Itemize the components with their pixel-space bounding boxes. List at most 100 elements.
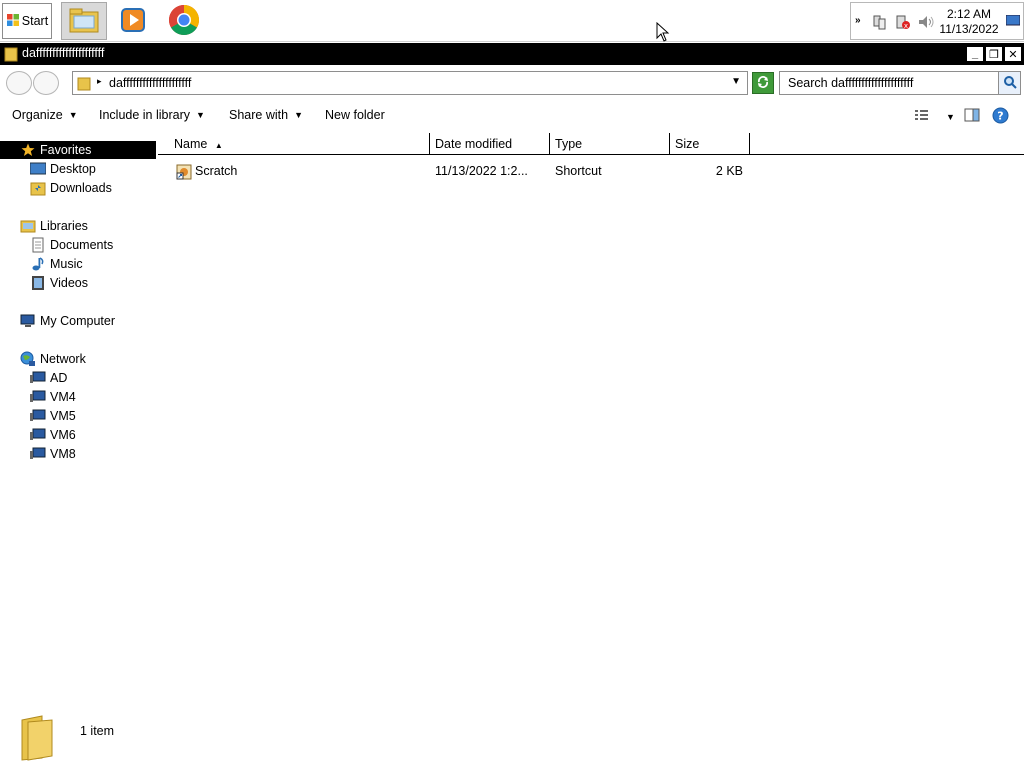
restore-button[interactable]: ❐ <box>985 46 1003 62</box>
organize-label: Organize <box>12 108 63 122</box>
volume-icon[interactable] <box>917 14 935 33</box>
downloads-folder-icon <box>30 180 46 196</box>
search-button[interactable] <box>998 72 1020 94</box>
system-tray: » x 2:12 AM 11/13/2022 <box>850 2 1024 40</box>
folder-icon <box>77 75 91 94</box>
svg-text:x: x <box>904 22 908 30</box>
window-titlebar[interactable]: dafffffffffffffffffffff _ ❐ ✕ <box>0 43 1024 65</box>
address-bar[interactable]: ▸ dafffffffffffffffffffff ▼ <box>72 71 748 95</box>
taskbar-chrome-button[interactable] <box>161 2 207 40</box>
sidebar-item-videos[interactable]: Videos <box>30 274 88 292</box>
clock[interactable]: 2:12 AM 11/13/2022 <box>937 7 1001 37</box>
refresh-icon <box>756 75 770 92</box>
start-button[interactable]: Start <box>2 3 52 39</box>
file-size: 2 KB <box>715 164 743 178</box>
back-button[interactable] <box>6 71 32 95</box>
table-row[interactable]: Scratch 11/13/2022 1:2... Shortcut 2 KB <box>158 161 1024 183</box>
forward-button[interactable] <box>33 71 59 95</box>
music-icon <box>30 256 46 272</box>
column-type[interactable]: Type <box>550 133 670 155</box>
chevron-icon[interactable]: » <box>855 15 861 26</box>
folder-icon <box>4 46 18 65</box>
refresh-button[interactable] <box>752 72 774 94</box>
network-computer-icon <box>30 389 46 405</box>
column-size[interactable]: Size <box>670 133 750 155</box>
sidebar-item-host-ad[interactable]: AD <box>30 369 67 387</box>
desktop-icon <box>30 161 46 177</box>
documents-icon <box>30 237 46 253</box>
view-options-button[interactable]: ▼ <box>914 108 955 125</box>
network-computer-icon <box>30 427 46 443</box>
share-with-label: Share with <box>229 108 289 122</box>
clock-time: 2:12 AM <box>946 7 992 21</box>
organize-button[interactable]: Organize ▼ <box>12 108 78 122</box>
search-placeholder: Search dafffffffffffffffffffff <box>788 76 914 90</box>
address-row: ▸ dafffffffffffffffffffff ▼ Search dafff… <box>0 66 1024 100</box>
videos-icon <box>30 275 46 291</box>
chevron-down-icon[interactable]: ▼ <box>946 112 955 122</box>
shortcut-icon <box>176 164 192 183</box>
sidebar-item-host-vm5[interactable]: VM5 <box>30 407 76 425</box>
column-name[interactable]: Name ▲ <box>158 133 430 155</box>
sidebar-item-label: Favorites <box>40 143 92 157</box>
command-bar: Organize ▼ Include in library ▼ Share wi… <box>0 101 1024 131</box>
include-in-library-button[interactable]: Include in library ▼ <box>99 108 205 122</box>
sidebar-item-label: Music <box>50 257 83 271</box>
sidebar-item-label: Videos <box>50 276 88 290</box>
network-icon[interactable] <box>873 14 887 33</box>
sidebar-item-favorites[interactable]: Favorites <box>0 141 156 159</box>
help-button[interactable]: ? <box>992 107 1009 127</box>
star-icon <box>20 142 36 158</box>
item-count: 1 item <box>80 724 115 738</box>
breadcrumb[interactable]: dafffffffffffffffffffff <box>109 76 191 90</box>
close-button[interactable]: ✕ <box>1004 46 1022 62</box>
navigation-pane: Favorites Desktop Downloads Libraries Do… <box>0 138 156 698</box>
sidebar-item-libraries[interactable]: Libraries <box>20 217 88 235</box>
svg-text:?: ? <box>997 110 1003 123</box>
sidebar-item-host-vm6[interactable]: VM6 <box>30 426 76 444</box>
start-label: Start <box>21 14 49 28</box>
show-desktop-icon[interactable] <box>1005 14 1021 30</box>
sidebar-item-documents[interactable]: Documents <box>30 236 113 254</box>
breadcrumb-arrow-icon[interactable]: ▸ <box>97 76 102 87</box>
sidebar-item-desktop[interactable]: Desktop <box>30 160 96 178</box>
column-date-modified[interactable]: Date modified <box>430 133 550 155</box>
search-input[interactable]: Search dafffffffffffffffffffff <box>779 71 1021 95</box>
taskbar-media-player-button[interactable] <box>110 2 156 40</box>
sidebar-item-label: AD <box>50 371 68 385</box>
new-folder-label: New folder <box>325 108 385 122</box>
file-date-modified: 11/13/2022 1:2... <box>435 164 528 178</box>
sidebar-item-label: Desktop <box>50 162 96 176</box>
preview-pane-button[interactable] <box>964 108 980 125</box>
taskbar-explorer-button[interactable] <box>61 2 107 40</box>
preview-pane-icon <box>964 108 980 125</box>
sidebar-item-my-computer[interactable]: My Computer <box>20 312 115 330</box>
sidebar-item-host-vm8[interactable]: VM8 <box>30 445 76 463</box>
action-center-icon[interactable]: x <box>895 14 911 33</box>
file-list: Name ▲ Date modified Type Size Scratch 1… <box>158 131 1024 701</box>
sidebar-item-label: VM5 <box>50 409 76 423</box>
share-with-button[interactable]: Share with ▼ <box>229 108 303 122</box>
new-folder-button[interactable]: New folder <box>325 108 385 122</box>
sidebar-item-label: Documents <box>50 238 114 252</box>
sidebar-item-music[interactable]: Music <box>30 255 83 273</box>
chrome-icon <box>168 4 200 39</box>
network-computer-icon <box>30 370 46 386</box>
file-name: Scratch <box>195 164 238 178</box>
minimize-button[interactable]: _ <box>966 46 984 62</box>
sidebar-item-label: Libraries <box>40 219 88 233</box>
clock-date: 11/13/2022 <box>939 22 999 36</box>
sidebar-item-downloads[interactable]: Downloads <box>30 179 112 197</box>
sidebar-item-host-vm4[interactable]: VM4 <box>30 388 76 406</box>
chevron-down-icon: ▼ <box>196 110 205 120</box>
column-name-label: Name <box>174 137 208 151</box>
folder-large-icon <box>18 714 56 765</box>
chevron-down-icon: ▼ <box>68 110 78 120</box>
sidebar-item-label: VM8 <box>50 447 76 461</box>
sidebar-item-network[interactable]: Network <box>20 350 86 368</box>
address-dropdown-icon[interactable]: ▼ <box>731 76 741 87</box>
sidebar-item-label: VM4 <box>50 390 76 404</box>
help-icon: ? <box>992 107 1009 127</box>
sort-ascending-icon: ▲ <box>214 141 223 150</box>
window-title: dafffffffffffffffffffff <box>22 46 105 60</box>
